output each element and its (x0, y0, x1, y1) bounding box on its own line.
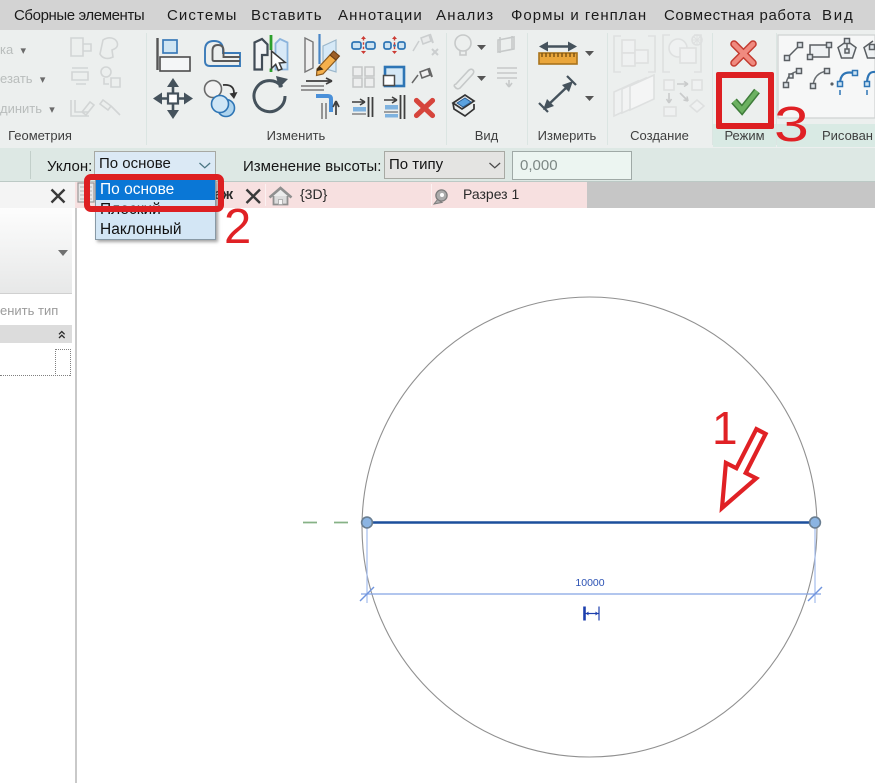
svg-text:10000: 10000 (575, 577, 604, 589)
